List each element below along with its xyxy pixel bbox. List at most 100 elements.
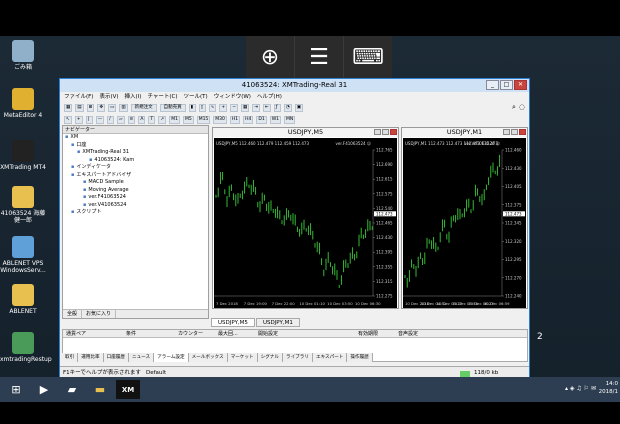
channel-icon[interactable]: ▱ — [117, 115, 125, 124]
menu-item[interactable]: 表示(V) — [99, 92, 118, 102]
new-order-button[interactable]: 新規注文 — [130, 103, 157, 112]
label-icon[interactable]: T — [148, 115, 156, 124]
tree-item[interactable]: ▪ MACD Sample — [63, 179, 208, 187]
terminal-column-header[interactable]: 条件 — [123, 330, 175, 337]
timeframe-button[interactable]: M30 — [213, 115, 227, 124]
tree-item[interactable]: ▪ スクリプト — [63, 209, 208, 217]
tree-item[interactable]: ▪ XM — [63, 134, 208, 142]
tree-item[interactable]: ▪ 41063524: Kam — [63, 157, 208, 165]
auto-trade-button[interactable]: 自動売買 — [159, 103, 186, 112]
windows-start-icon[interactable]: ⊞ — [4, 380, 28, 399]
terminal-column-header[interactable]: カウンター — [175, 330, 215, 337]
explorer-icon[interactable]: ▰ — [60, 380, 84, 399]
bar-chart-icon[interactable]: ▮ — [188, 103, 196, 112]
tree-item[interactable]: ▪ インディケータ — [63, 164, 208, 172]
autoscroll-icon[interactable]: ⇥ — [252, 103, 261, 112]
tile-windows-icon[interactable]: ▦ — [240, 103, 250, 112]
clock[interactable]: 14:0 2018/1 — [598, 380, 620, 396]
periods-icon[interactable]: ◔ — [283, 103, 292, 112]
tree-item[interactable]: ▪ エキスパートアドバイザ — [63, 172, 208, 180]
terminal-tab[interactable]: マーケット — [227, 353, 258, 362]
maximize-button[interactable]: □ — [500, 80, 513, 90]
desktop-icon[interactable]: ABLENET — [0, 284, 46, 315]
folder-icon[interactable]: ▬ — [88, 380, 112, 399]
menu-icon[interactable]: ☰ — [295, 36, 344, 78]
new-chart-icon[interactable]: ▦ — [64, 103, 73, 112]
price-chart-m5[interactable]: USDJPY,M5 112.460 112.479 112.459 112.47… — [214, 138, 397, 308]
arrows-icon[interactable]: ↗ — [158, 115, 167, 124]
desktop-icon[interactable]: 41063524 海藤健一郎 — [0, 186, 46, 224]
terminal-tab[interactable]: ニュース — [128, 353, 155, 362]
menu-item[interactable]: ツール(T) — [184, 92, 208, 102]
terminal-column-header[interactable]: 開始設定 — [255, 330, 355, 337]
navigator-tab[interactable]: 全般 — [63, 310, 83, 318]
terminal-column-header[interactable]: 音声設定 — [395, 330, 435, 337]
chart-minimize-button[interactable] — [374, 129, 381, 135]
shift-chart-icon[interactable]: ⇤ — [263, 103, 271, 112]
timeframe-button[interactable]: MN — [284, 115, 296, 124]
chart-window-m1[interactable]: USDJPY,M1 USDJPY,M1 112.473 112.473 112.… — [401, 127, 528, 309]
keyboard-icon[interactable]: ⌨ — [344, 36, 392, 78]
crosshair-icon[interactable]: + — [74, 115, 83, 124]
menu-item[interactable]: ウィンドウ(W) — [214, 92, 251, 102]
zoom-in-chart-icon[interactable]: + — [219, 103, 228, 112]
terminal-tab[interactable]: 運用比率 — [78, 353, 104, 362]
minimize-button[interactable]: _ — [486, 80, 499, 90]
terminal-tab[interactable]: 取引 — [62, 353, 79, 362]
menu-item[interactable]: ヘルプ(H) — [257, 92, 282, 102]
close-button[interactable]: ✕ — [514, 80, 527, 90]
terminal-tab[interactable]: 操作履歴 — [347, 353, 373, 362]
search-icon[interactable]: ⌕ — [512, 102, 516, 113]
terminal-tab[interactable]: メールボックス — [188, 353, 228, 362]
tree-item[interactable]: ▪ XMTrading-Real 31 — [63, 149, 208, 157]
timeframe-button[interactable]: H1 — [229, 115, 241, 124]
tree-item[interactable]: ▪ Moving Average — [63, 187, 208, 195]
menu-item[interactable]: ファイル(F) — [64, 92, 93, 102]
chart-tab[interactable]: USDJPY,M5 — [211, 318, 255, 327]
terminal-tab[interactable]: エキスパート — [312, 353, 348, 362]
desktop-icon[interactable]: XMTrading MT4 — [0, 140, 46, 171]
tester-icon[interactable]: ▥ — [119, 103, 128, 112]
xm-taskbar-icon[interactable]: XM — [116, 380, 140, 399]
terminal-icon[interactable]: ▭ — [108, 103, 117, 112]
chart-close-button[interactable] — [390, 129, 397, 135]
cursor-icon[interactable]: ↖ — [64, 115, 72, 124]
line-chart-icon[interactable]: ∿ — [208, 103, 217, 112]
chart-maximize-button[interactable] — [511, 129, 518, 135]
trendline-icon[interactable]: / — [107, 115, 115, 124]
desktop-icon[interactable]: MetaEditor 4 — [0, 88, 46, 119]
timeframe-button[interactable]: M15 — [196, 115, 211, 124]
terminal-column-header[interactable]: 最大回... — [215, 330, 255, 337]
profiles-icon[interactable]: ▤ — [75, 103, 84, 112]
desktop-icon[interactable]: xmtradingRestup — [0, 332, 52, 363]
chart-minimize-button[interactable] — [503, 129, 510, 135]
zoom-in-icon[interactable]: ⊕ — [246, 36, 295, 78]
timeframe-button[interactable]: W1 — [269, 115, 282, 124]
timeframe-button[interactable]: H4 — [243, 115, 254, 124]
market-watch-icon[interactable]: ⊞ — [86, 103, 95, 112]
chart-window-m5[interactable]: USDJPY,M5 USDJPY,M5 112.460 112.479 112.… — [212, 127, 399, 309]
templates-icon[interactable]: ▣ — [294, 103, 303, 112]
chart-maximize-button[interactable] — [382, 129, 389, 135]
tree-item[interactable]: ▪ ver.F41063524 — [63, 194, 208, 202]
terminal-tab[interactable]: 口座履歴 — [103, 353, 129, 362]
price-chart-m1[interactable]: USDJPY,M1 112.473 112.473 112.473 112.47… — [403, 138, 526, 308]
terminal-tab[interactable]: ライブラリ — [282, 353, 313, 362]
tree-item[interactable]: ▪ 口座 — [63, 142, 208, 150]
menu-item[interactable]: 挿入(I) — [125, 92, 142, 102]
navigator-tab[interactable]: お気に入り — [82, 310, 117, 318]
terminal-column-header[interactable]: 有効期限 — [355, 330, 395, 337]
navigator-icon[interactable]: ✥ — [97, 103, 106, 112]
vertical-line-icon[interactable]: | — [85, 115, 93, 124]
indicators-icon[interactable]: ƒ — [273, 103, 281, 112]
desktop-icon[interactable]: ごみ箱 — [0, 40, 46, 71]
powershell-icon[interactable]: ▶ — [32, 380, 56, 399]
timeframe-button[interactable]: M1 — [169, 115, 180, 124]
chart-tab[interactable]: USDJPY,M1 — [255, 318, 300, 327]
chat-icon[interactable]: ◌ — [519, 102, 525, 113]
fibonacci-icon[interactable]: ≡ — [127, 115, 136, 124]
desktop-icon[interactable]: ABLENET VPS WindowsServ... — [0, 236, 46, 274]
menu-item[interactable]: チャート(C) — [147, 92, 177, 102]
text-icon[interactable]: A — [138, 115, 146, 124]
timeframe-button[interactable]: D1 — [256, 115, 267, 124]
